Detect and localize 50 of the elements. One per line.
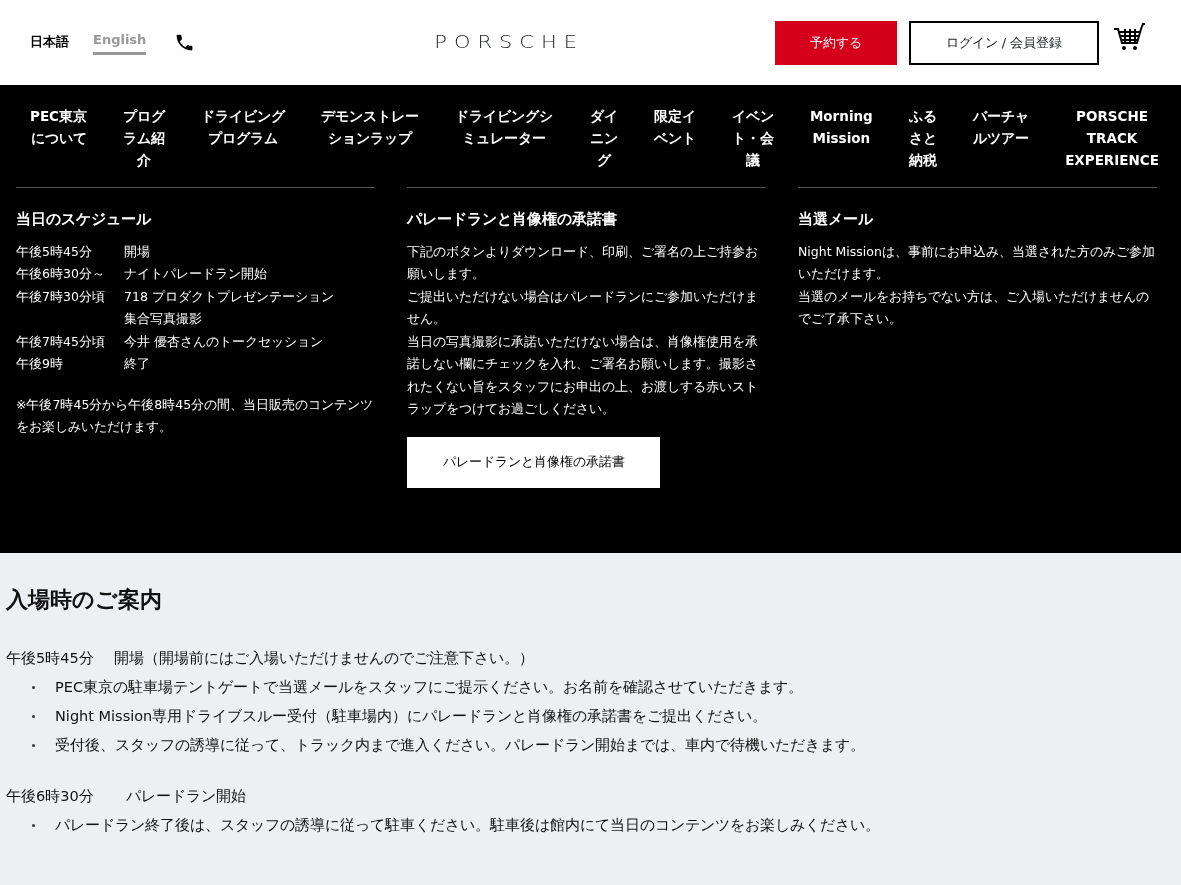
schedule-event: 718 プロダクトプレゼンテーション 集合写真撮影 (124, 287, 334, 328)
section-heading: 当日のスケジュール (16, 209, 152, 230)
nav-link[interactable]: PEC東京 について (30, 105, 88, 149)
schedule-note: ※午後7時45分から午後8時45分の間、当日販売のコンテンツをお楽しみいただけます。 (16, 395, 375, 436)
schedule-event: ナイトパレードラン開始 (124, 265, 267, 283)
nav-link[interactable]: ダイ ニン グ (589, 105, 618, 171)
bullet-icon (32, 715, 35, 718)
section-heading: パレードランと肖像権の承諾書 (407, 209, 618, 230)
body-text: 下記のボタンよりダウンロード、印刷、ご署名の上ご持参お願いします。 (407, 242, 759, 283)
schedule-time: 午後5時45分 (16, 242, 93, 261)
list-item-text: 受付後、スタッフの誘導に従って、トラック内まで進入ください。パレードラン開始までは、車内で待機いただきます。 (55, 736, 865, 755)
section-heading: 入場時のご案内 (6, 586, 163, 614)
nav-link[interactable]: ドライビング プログラム (201, 105, 286, 149)
list-item-text: Night Mission専用ドライブスルー受付（駐車場内）にパレードランと肖像権の承諾書をご提出ください。 (55, 707, 768, 726)
nav-link[interactable]: ふる さと 納税 (908, 105, 937, 171)
schedule-time: 午後5時45分 (6, 649, 94, 668)
nav-link[interactable]: ドライビングシ ミュレーター (455, 105, 554, 149)
bullet-icon (32, 824, 35, 827)
nav-link[interactable]: イベン ト・会 議 (731, 105, 774, 171)
schedule-time: 午後7時30分頃 (16, 287, 106, 306)
schedule-time: 午後6時30分 (6, 787, 94, 806)
language-link[interactable]: 日本語 (30, 31, 69, 54)
section-heading: 当選メール (798, 209, 874, 230)
schedule-event: 今井 優杏さんのトークセッション (124, 332, 323, 351)
download-button[interactable]: パレードランと肖像権の承諾書 (407, 436, 660, 488)
schedule-event: 開場（開場前にはご入場いただけませんのでご注意下さい。） (113, 649, 534, 668)
schedule-event: 開場 (124, 242, 150, 261)
nav-link[interactable]: 限定イ ベント (653, 105, 696, 149)
reserve-button[interactable]: 予約する (775, 20, 897, 65)
bullet-icon (32, 744, 35, 747)
schedule-time: 午後9時 (16, 355, 64, 373)
nav-link[interactable]: プログ ラム紹 介 (123, 105, 166, 171)
list-item-text: パレードラン終了後は、スタッフの誘導に従って駐車ください。駐車後は館内にて当日のコンテンツをお楽しみください。 (55, 816, 880, 835)
schedule-event: 終了 (124, 355, 150, 373)
nav-link[interactable]: Morning Mission (809, 105, 873, 149)
nav-link[interactable]: バーチャ ルツアー (973, 105, 1029, 149)
body-text: 当選のメールをお持ちでない方は、ご入場いただけませんのでご了承下さい。 (798, 287, 1150, 328)
schedule-time: 午後6時30分～ (16, 265, 106, 283)
schedule-time: 午後7時45分頃 (16, 332, 106, 351)
body-text: 当日の写真撮影に承諾いただけない場合は、肖像権使用を承諾しない欄にチェックを入れ、ご署名お願いします。撮影されたくない旨をスタッフにお申出の上、お渡しする赤いストラップをつけてお過ごしください。 (407, 332, 759, 418)
body-text: Night Missionは、事前にお申込み、当選された方のみご参加いただけます。 (798, 242, 1156, 283)
body-text: ご提出いただけない場合はパレードランにご参加いただけません。 (407, 287, 759, 328)
cart-icon[interactable] (1113, 20, 1145, 53)
schedule-event: パレードラン開始 (125, 787, 246, 806)
logo-wordmark[interactable]: PORSCHE (434, 29, 585, 56)
list-item-text: PEC東京の駐車場テントゲートで当選メールをスタッフにご提示ください。お名前を確認させていただきます。 (55, 678, 804, 697)
login-button[interactable]: ログイン / 会員登録 (909, 20, 1099, 65)
nav-link[interactable]: PORSCHE TRACK EXPERIENCE (1065, 105, 1159, 171)
nav-link[interactable]: デモンストレー ションラップ (321, 105, 420, 149)
bullet-icon (32, 686, 35, 689)
